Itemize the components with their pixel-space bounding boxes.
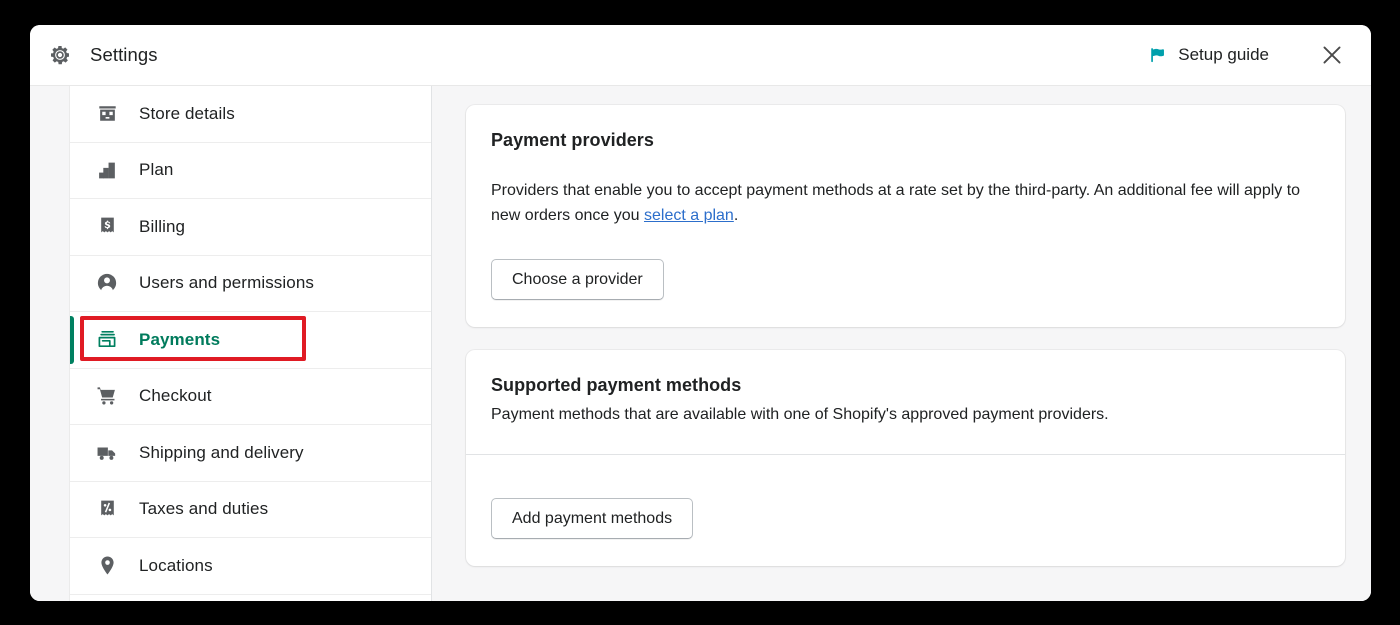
sidebar-item-billing[interactable]: Billing bbox=[70, 199, 431, 256]
add-payment-methods-button[interactable]: Add payment methods bbox=[491, 498, 694, 539]
sidebar-item-label: Taxes and duties bbox=[139, 499, 269, 519]
page-title: Settings bbox=[90, 44, 158, 65]
sidebar-item-label: Shipping and delivery bbox=[139, 442, 304, 462]
header-left: Settings bbox=[48, 43, 158, 67]
cart-icon bbox=[96, 385, 118, 407]
gear-icon bbox=[48, 43, 72, 67]
supported-payment-methods-actions: Add payment methods bbox=[466, 455, 1345, 566]
choose-a-provider-button[interactable]: Choose a provider bbox=[491, 259, 664, 300]
modal-header: Settings Setup guide bbox=[30, 25, 1371, 86]
settings-sidebar[interactable]: Store details Plan Billing Users and per… bbox=[70, 86, 432, 601]
sidebar-item-plan[interactable]: Plan bbox=[70, 142, 431, 199]
sidebar-item-label: Billing bbox=[139, 216, 186, 236]
setup-guide-label: Setup guide bbox=[1178, 45, 1269, 64]
payments-icon bbox=[96, 329, 118, 351]
settings-content-pane: Payment providers Providers that enable … bbox=[432, 86, 1371, 601]
supported-payment-methods-card-body: Supported payment methods Payment method… bbox=[466, 350, 1345, 454]
payment-providers-card-body: Payment providers Providers that enable … bbox=[466, 105, 1345, 327]
description-text-after-link: . bbox=[733, 207, 739, 224]
sidebar-item-checkout[interactable]: Checkout bbox=[70, 368, 431, 425]
screen: Settings Setup guide Store details Plan … bbox=[0, 0, 1400, 625]
header-right: Setup guide bbox=[1138, 32, 1371, 78]
sidebar-item-label: Locations bbox=[139, 555, 213, 575]
flag-icon bbox=[1148, 46, 1167, 65]
payment-providers-description: Providers that enable you to accept paym… bbox=[491, 178, 1320, 228]
sidebar-item-label: Plan bbox=[139, 160, 174, 180]
left-gutter bbox=[30, 86, 70, 601]
settings-modal: Settings Setup guide Store details Plan … bbox=[30, 25, 1371, 601]
sidebar-item-label: Payments bbox=[139, 329, 221, 349]
supported-payment-methods-description: Payment methods that are available with … bbox=[491, 406, 1109, 423]
sidebar-item-locations[interactable]: Locations bbox=[70, 538, 431, 595]
description-text-before-link: Providers that enable you to accept paym… bbox=[491, 182, 1301, 224]
payment-providers-title: Payment providers bbox=[491, 130, 654, 150]
sidebar-item-taxes-and-duties[interactable]: Taxes and duties bbox=[70, 481, 431, 538]
close-icon bbox=[1319, 42, 1345, 68]
sidebar-item-shipping-and-delivery[interactable]: Shipping and delivery bbox=[70, 425, 431, 482]
truck-icon bbox=[96, 442, 118, 464]
sidebar-item-store-details[interactable]: Store details bbox=[70, 86, 431, 143]
sidebar-scroll-container: Store details Plan Billing Users and per… bbox=[70, 86, 431, 595]
sidebar-item-users-and-permissions[interactable]: Users and permissions bbox=[70, 255, 431, 312]
setup-guide-button[interactable]: Setup guide bbox=[1138, 39, 1279, 71]
payment-providers-card: Payment providers Providers that enable … bbox=[466, 105, 1345, 327]
user-icon bbox=[96, 272, 118, 294]
billing-receipt-icon bbox=[96, 216, 118, 238]
payment-providers-actions: Choose a provider bbox=[491, 259, 1320, 300]
percent-receipt-icon bbox=[96, 498, 118, 520]
close-button[interactable] bbox=[1309, 32, 1355, 78]
storefront-icon bbox=[96, 103, 118, 125]
sidebar-item-label: Store details bbox=[139, 103, 235, 123]
sidebar-item-payments[interactable]: Payments bbox=[70, 312, 431, 369]
supported-payment-methods-card: Supported payment methods Payment method… bbox=[466, 350, 1345, 566]
sidebar-item-label: Users and permissions bbox=[139, 273, 314, 293]
map-pin-icon bbox=[96, 555, 118, 577]
plan-blocks-icon bbox=[96, 159, 118, 181]
supported-payment-methods-title: Supported payment methods bbox=[491, 375, 742, 395]
sidebar-item-label: Checkout bbox=[139, 386, 212, 406]
select-a-plan-link[interactable]: select a plan bbox=[644, 207, 734, 224]
modal-body: Store details Plan Billing Users and per… bbox=[30, 86, 1371, 601]
